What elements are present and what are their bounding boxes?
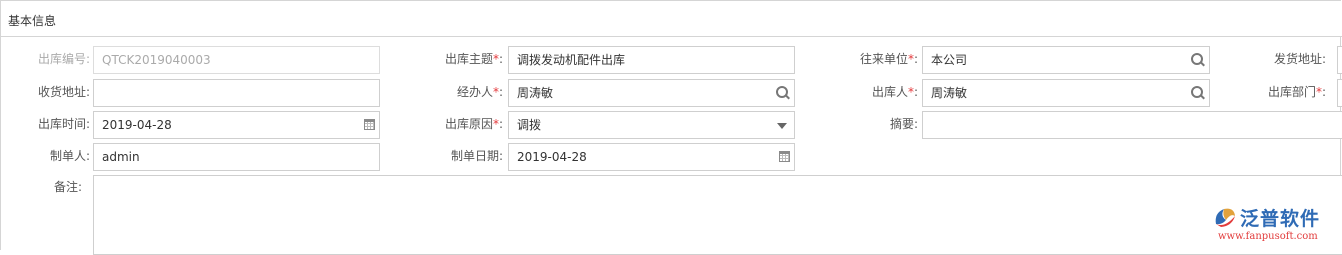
remarks-textarea[interactable] (93, 175, 1342, 255)
panel-title: 基本信息 (8, 14, 57, 28)
search-icon[interactable] (1191, 86, 1205, 100)
ship-address-label: 发货地址: (1273, 52, 1326, 66)
summary-input[interactable] (922, 111, 1342, 139)
watermark-url: www.fanpusoft.com (1218, 231, 1318, 242)
outbound-reason-select[interactable]: 调拨 (508, 111, 795, 139)
receive-address-label: 收货地址: (37, 85, 90, 99)
outbound-person-label: 出库人*: (871, 85, 918, 99)
handler-value: 周涛敏 (517, 86, 554, 100)
outbound-no-value: QTCK2019040003 (102, 53, 211, 67)
counterparty-value: 本公司 (931, 53, 968, 67)
outbound-dept-input[interactable] (1337, 79, 1342, 107)
outbound-no-field: QTCK2019040003 (93, 46, 380, 74)
outbound-time-value: 2019-04-28 (102, 118, 172, 132)
creator-label: 制单人: (49, 149, 90, 163)
outbound-reason-value: 调拨 (517, 118, 542, 132)
receive-address-input[interactable] (93, 79, 380, 107)
create-date-label: 制单日期: (450, 149, 503, 163)
create-date-datepicker[interactable]: 2019-04-28 (508, 143, 795, 171)
counterparty-input[interactable]: 本公司 (922, 46, 1210, 74)
outbound-person-value: 周涛敏 (931, 86, 968, 100)
panel-header: 基本信息 (1, 1, 1342, 37)
creator-value: admin (102, 150, 140, 164)
outbound-person-input[interactable]: 周涛敏 (922, 79, 1210, 107)
outbound-subject-label: 出库主题*: (444, 52, 503, 66)
search-icon[interactable] (776, 86, 790, 100)
watermark-name: 泛普软件 (1240, 208, 1321, 230)
create-date-value: 2019-04-28 (517, 150, 587, 164)
counterparty-label: 往来单位*: (859, 52, 918, 66)
remarks-label: 备注: (53, 180, 82, 194)
watermark-logo: 泛普软件 www.fanpusoft.com (1212, 202, 1342, 250)
summary-label: 摘要: (889, 117, 918, 131)
outbound-subject-input[interactable]: 调拨发动机配件出库 (508, 46, 795, 74)
calendar-icon[interactable] (779, 151, 790, 162)
outbound-time-datepicker[interactable]: 2019-04-28 (93, 111, 380, 139)
outbound-no-label: 出库编号: (37, 52, 90, 66)
handler-label: 经办人*: (456, 85, 503, 99)
creator-input[interactable]: admin (93, 143, 380, 171)
handler-input[interactable]: 周涛敏 (508, 79, 795, 107)
outbound-subject-value: 调拨发动机配件出库 (517, 53, 626, 67)
outbound-time-label: 出库时间: (37, 117, 90, 131)
outbound-dept-label: 出库部门*: (1267, 85, 1326, 99)
outbound-reason-label: 出库原因*: (444, 117, 503, 131)
calendar-icon[interactable] (364, 119, 375, 130)
ship-address-input[interactable] (1337, 46, 1342, 74)
search-icon[interactable] (1191, 53, 1205, 67)
fanpu-logo-icon (1215, 208, 1235, 227)
chevron-down-icon (777, 123, 787, 129)
